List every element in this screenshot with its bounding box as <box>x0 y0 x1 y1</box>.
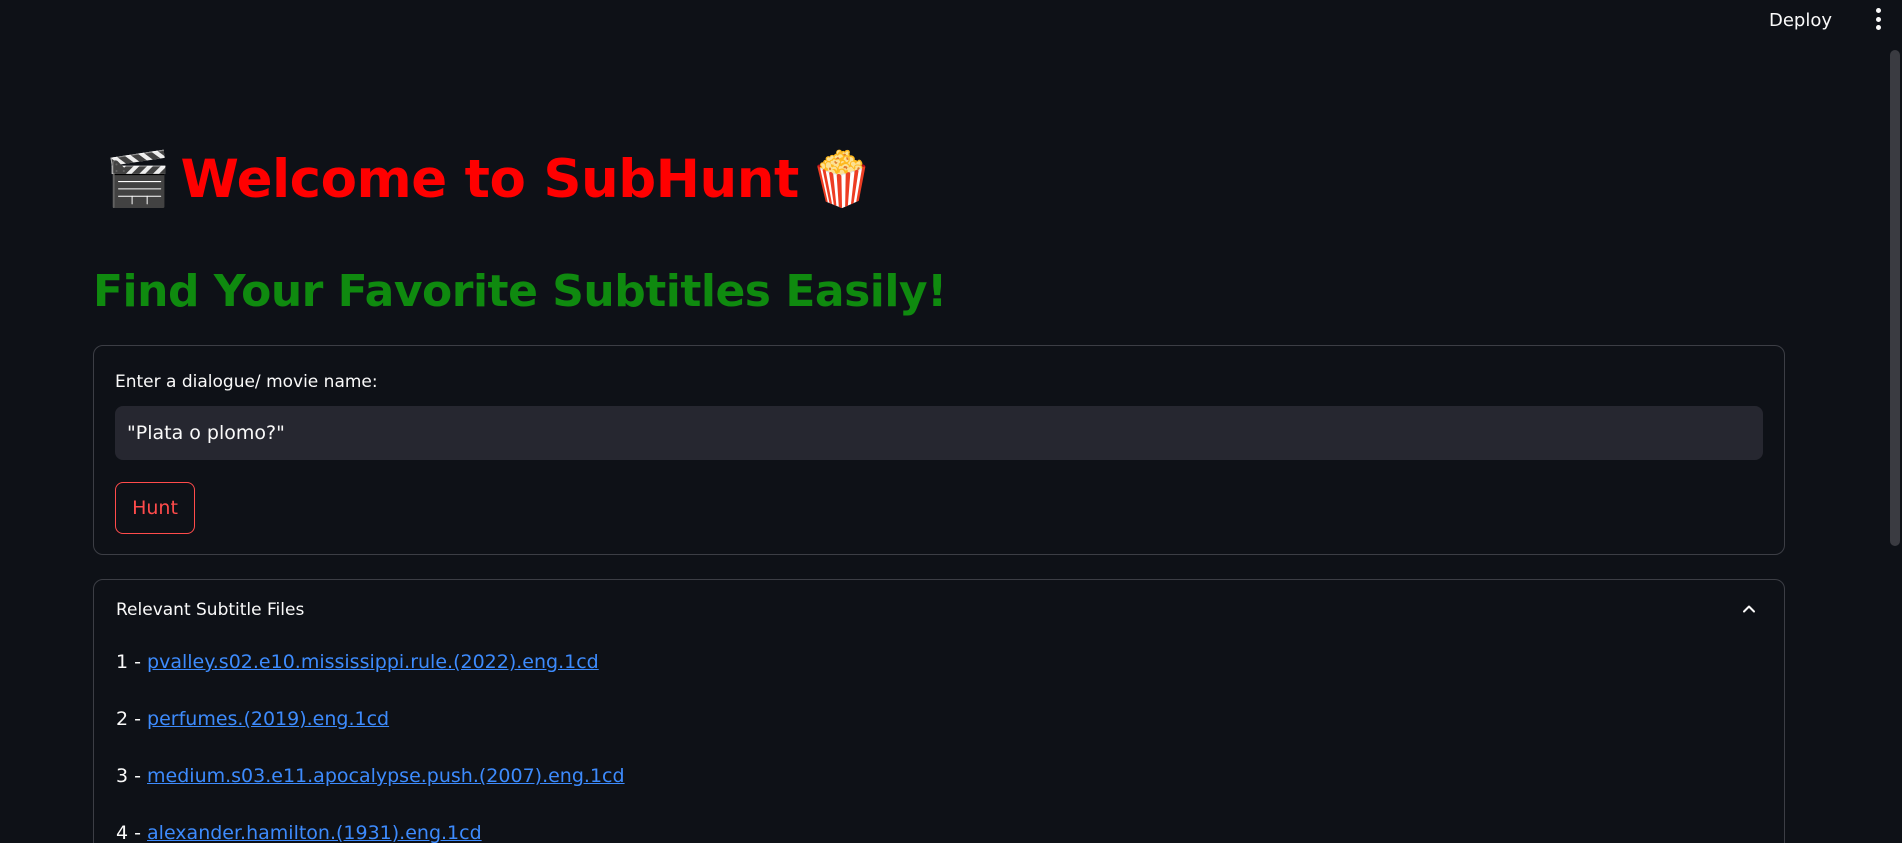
menu-dot <box>1875 25 1881 30</box>
clapperboard-icon: 🎬 <box>105 149 171 210</box>
search-input-label: Enter a dialogue/ movie name: <box>115 372 378 392</box>
subtitle-file-link[interactable]: perfumes.(2019).eng.1cd <box>147 708 389 730</box>
vertical-dots-icon[interactable] <box>1872 8 1884 30</box>
hunt-button[interactable]: Hunt <box>115 482 195 534</box>
list-item-number: 4 - <box>116 822 148 843</box>
results-list: 1 - pvalley.s02.e10.mississippi.rule.(20… <box>116 651 625 843</box>
results-expander-header[interactable]: Relevant Subtitle Files <box>94 580 1784 640</box>
list-item-number: 2 - <box>116 708 148 730</box>
scrollbar-thumb[interactable] <box>1890 50 1900 546</box>
app-root: Deploy 🎬 Welcome to SubHunt 🍿 Find Your … <box>0 0 1902 843</box>
list-item-number: 3 - <box>116 765 148 787</box>
subtitle-file-link[interactable]: alexander.hamilton.(1931).eng.1cd <box>147 822 482 843</box>
results-expander-title: Relevant Subtitle Files <box>116 600 305 620</box>
page-subtitle: Find Your Favorite Subtitles Easily! <box>93 266 947 317</box>
search-input[interactable] <box>115 406 1763 460</box>
list-item: 1 - pvalley.s02.e10.mississippi.rule.(20… <box>116 651 625 708</box>
list-item-number: 1 - <box>116 651 148 673</box>
list-item: 3 - medium.s03.e11.apocalypse.push.(2007… <box>116 765 625 822</box>
deploy-button[interactable]: Deploy <box>1761 8 1840 33</box>
list-item: 4 - alexander.hamilton.(1931).eng.1cd <box>116 822 625 843</box>
page-title-text: Welcome to SubHunt <box>180 148 800 210</box>
chevron-up-icon <box>1743 605 1755 613</box>
top-header: Deploy <box>0 0 1902 40</box>
results-expander: Relevant Subtitle Files 1 - pvalley.s02.… <box>93 579 1785 843</box>
menu-dot <box>1875 16 1881 22</box>
page-title: 🎬 Welcome to SubHunt 🍿 <box>105 148 875 211</box>
search-form: Enter a dialogue/ movie name: Hunt <box>93 345 1785 555</box>
subtitle-file-link[interactable]: pvalley.s02.e10.mississippi.rule.(2022).… <box>147 651 599 673</box>
menu-dot <box>1875 8 1881 13</box>
popcorn-icon: 🍿 <box>808 149 875 210</box>
subtitle-file-link[interactable]: medium.s03.e11.apocalypse.push.(2007).en… <box>147 765 625 787</box>
list-item: 2 - perfumes.(2019).eng.1cd <box>116 708 625 765</box>
